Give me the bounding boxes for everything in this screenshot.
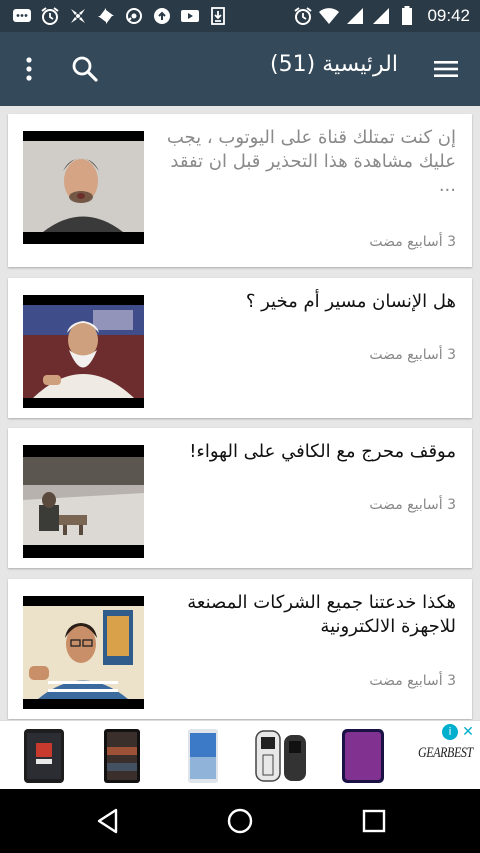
navigation-bar: [0, 789, 480, 853]
post-title[interactable]: هل الإنسان مسير أم مخير ؟: [156, 290, 456, 314]
back-icon[interactable]: [94, 807, 122, 835]
post-card[interactable]: هكذا خدعتنا جميع الشركات المصنعة للاجهزة…: [8, 579, 472, 719]
post-card[interactable]: إن كنت تمتلك قناة على اليوتوب ، يجب عليك…: [8, 114, 472, 267]
clock: 09:42: [427, 6, 470, 25]
post-card[interactable]: موقف محرج مع الكافي على الهواء! 3 أسابيع…: [8, 428, 472, 568]
post-time: 3 أسابيع مضت: [369, 347, 456, 363]
page-title: الرئيسية (51): [270, 52, 398, 77]
ad-info-icon[interactable]: i: [442, 724, 458, 740]
post-title[interactable]: إن كنت تمتلك قناة على اليوتوب ، يجب عليك…: [156, 126, 456, 198]
phone-image[interactable]: [102, 727, 142, 785]
download-icon: [208, 6, 228, 26]
status-bar: 09:42: [0, 0, 480, 32]
post-card[interactable]: هل الإنسان مسير أم مخير ؟ 3 أسابيع مضت: [8, 278, 472, 418]
alarm-icon: [40, 6, 60, 26]
home-icon[interactable]: [226, 807, 254, 835]
post-title[interactable]: موقف محرج مع الكافي على الهواء!: [156, 440, 456, 464]
post-thumbnail: [23, 596, 144, 709]
post-thumbnail: [23, 295, 144, 408]
post-time: 3 أسابيع مضت: [369, 497, 456, 513]
recents-icon[interactable]: [360, 807, 388, 835]
post-thumbnail: [23, 131, 144, 244]
signal-icon: [371, 6, 391, 26]
notification-icons: [12, 6, 228, 26]
ad-banner[interactable]: GEARBEST i ✕: [0, 720, 480, 789]
chat-icon: [12, 6, 32, 26]
signal-icon: [345, 6, 365, 26]
upload-icon: [152, 6, 172, 26]
app-bar: الرئيسية (51): [0, 32, 480, 106]
battery-icon: [397, 6, 417, 26]
alarm-icon: [293, 6, 313, 26]
pinwheel-icon: [96, 6, 116, 26]
search-icon[interactable]: [70, 54, 100, 84]
ad-close-icon[interactable]: ✕: [460, 724, 476, 740]
play-icon: [180, 6, 200, 26]
more-vert-icon[interactable]: [18, 54, 40, 84]
phone-image[interactable]: [340, 727, 386, 785]
post-time: 3 أسابيع مضت: [369, 234, 456, 250]
post-time: 3 أسابيع مضت: [369, 673, 456, 689]
phone-image[interactable]: [186, 727, 220, 785]
menu-icon[interactable]: [432, 56, 460, 82]
app-icon: [68, 6, 88, 26]
phone-image[interactable]: [22, 727, 66, 785]
post-thumbnail: [23, 445, 144, 558]
system-indicators: 09:42: [293, 6, 470, 26]
wifi-icon: [319, 6, 340, 26]
feature-phone-image[interactable]: [254, 727, 310, 785]
settings-icon: [124, 6, 144, 26]
ad-brand-logo[interactable]: GEARBEST: [418, 745, 473, 762]
post-title[interactable]: هكذا خدعتنا جميع الشركات المصنعة للاجهزة…: [156, 591, 456, 639]
